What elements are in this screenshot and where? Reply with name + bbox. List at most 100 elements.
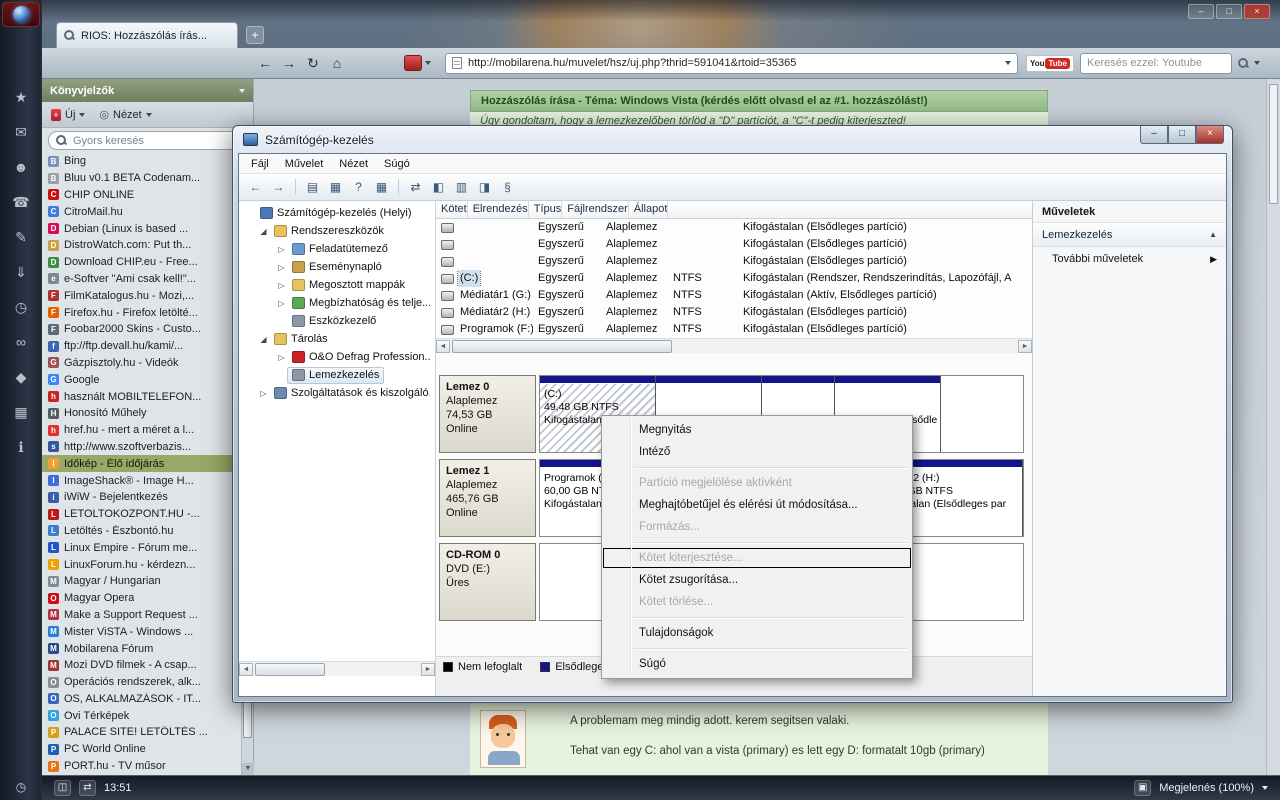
bookmark-item[interactable]: s http://www.szoftverbazis... (42, 439, 241, 456)
menu-bar-item[interactable]: Fájl (243, 154, 277, 174)
bookmark-item[interactable]: G Gázpisztoly.hu - Videók (42, 355, 241, 372)
tree-expand-arrow[interactable]: ▷ (276, 263, 287, 272)
bookmark-item[interactable]: M Mozi DVD filmek - A csap... (42, 657, 241, 674)
tree-item[interactable]: Eszközkezelő (239, 312, 435, 330)
back-button[interactable]: ← (254, 53, 276, 74)
tree-item[interactable]: ▷ Szolgáltatások és kiszolgáló... (239, 384, 435, 402)
search-engine-caret[interactable] (1254, 61, 1260, 65)
tree-item[interactable]: ▷ O&O Defrag Profession... (239, 348, 435, 366)
volume-row[interactable]: Egyszerű Alaplemez Kifogástalan (Elsődle… (436, 219, 1032, 236)
bookmark-item[interactable]: O Operációs rendszerek, alk... (42, 674, 241, 691)
bookmark-item[interactable]: F FilmKatalogus.hu - Mozi,... (42, 287, 241, 304)
bookmark-item[interactable]: O OS, ALKALMAZÁSOK - IT... (42, 691, 241, 708)
bookmark-item[interactable]: G Google (42, 371, 241, 388)
scroll-left-icon[interactable]: ◄ (239, 663, 253, 676)
bookmark-item[interactable]: P PORT.hu - TV műsor (42, 758, 241, 775)
panel-icon[interactable]: ⇓ (9, 261, 33, 284)
bookmark-item[interactable]: M Magyar / Hungarian (42, 573, 241, 590)
bookmark-item[interactable]: O Magyar Opera (42, 590, 241, 607)
scroll-down-icon[interactable]: ▼ (242, 763, 254, 775)
context-menu-item[interactable]: Formázás... (602, 516, 912, 538)
tree-expand-arrow[interactable]: ▷ (276, 299, 287, 308)
tree-horizontal-scrollbar[interactable]: ◄ ► (239, 661, 435, 676)
new-tab-button[interactable]: + (246, 26, 264, 44)
address-dropdown-caret[interactable] (1004, 61, 1011, 65)
tree-expand-arrow[interactable]: ▷ (276, 281, 287, 290)
disk-info-box[interactable]: Lemez 1 Alaplemez 465,76 GB Online (439, 459, 536, 537)
context-menu-item[interactable] (602, 463, 912, 472)
red-toolbar-icon[interactable] (404, 55, 422, 71)
more-actions-item[interactable]: További műveletek ▶ (1033, 247, 1226, 271)
bookmark-item[interactable]: i iWiW - Bejelentkezés (42, 489, 241, 506)
tree-expand-arrow[interactable]: ◢ (258, 227, 269, 236)
panels-toggle-icon[interactable]: ◫ (54, 780, 71, 796)
zoom-label[interactable]: Megjelenés (100%) (1159, 782, 1254, 794)
context-menu-item[interactable]: Megnyitás (602, 419, 912, 441)
tree-item[interactable]: ▷ Megbízhatóság és telje... (239, 294, 435, 312)
bookmark-item[interactable]: L Linux Empire - Fórum me... (42, 539, 241, 556)
reload-button[interactable]: ↻ (302, 53, 324, 74)
bookmark-item[interactable]: F Firefox.hu - Firefox letölté... (42, 304, 241, 321)
home-button[interactable]: ⌂ (326, 53, 348, 74)
column-header[interactable]: Elrendezés (468, 201, 529, 218)
bookmark-item[interactable]: B Bluu v0.1 BETA Codenam... (42, 170, 241, 187)
bookmark-item[interactable]: C CHIP ONLINE (42, 187, 241, 204)
bookmark-item[interactable]: M Mobilarena Fórum (42, 640, 241, 657)
images-toggle-icon[interactable]: ▣ (1134, 780, 1152, 796)
toolbar-icon[interactable]: ◧ (428, 177, 449, 197)
view-button[interactable]: ◎ Nézet (99, 109, 152, 121)
scroll-left-icon[interactable]: ◄ (436, 340, 450, 353)
toolbar-icon[interactable]: ▥ (451, 177, 472, 197)
tree-expand-arrow[interactable]: ◢ (258, 335, 269, 344)
toolbar-icon[interactable]: ? (348, 177, 369, 197)
bookmark-item[interactable]: M Make a Support Request ... (42, 607, 241, 624)
toolbar-icon[interactable]: ▦ (325, 177, 346, 197)
bookmark-item[interactable]: C CitroMail.hu (42, 203, 241, 220)
forward-button[interactable]: → (278, 53, 300, 74)
panel-icon[interactable]: ∞ (9, 331, 33, 354)
panel-icon[interactable]: ◷ (9, 296, 33, 319)
page-scrollbar[interactable] (1266, 79, 1280, 775)
toolbar-icon[interactable]: ← (245, 177, 266, 197)
context-menu-item[interactable]: Súgó (602, 653, 912, 675)
panel-icon[interactable]: ☎ (9, 191, 33, 214)
close-button[interactable]: × (1244, 4, 1270, 19)
bookmark-item[interactable]: f ftp://ftp.devall.hu/kami/... (42, 338, 241, 355)
bookmark-item[interactable]: h használt MOBILTELEFON... (42, 388, 241, 405)
panel-icon[interactable]: ℹ (9, 436, 33, 459)
column-header[interactable]: Fájlrendszer (562, 201, 629, 218)
tree-item[interactable]: Lemezkezelés (239, 366, 435, 384)
bookmark-item[interactable]: D Download CHIP.eu - Free... (42, 254, 241, 271)
close-button[interactable]: × (1196, 126, 1224, 144)
context-menu-item[interactable]: Kötet kiterjesztése... (602, 547, 912, 569)
context-menu-item[interactable]: Tulajdonságok (602, 622, 912, 644)
tree-item[interactable]: ▷ Megosztott mappák (239, 276, 435, 294)
scrollbar-thumb[interactable] (452, 340, 672, 353)
new-bookmark-button[interactable]: + Új (51, 108, 86, 121)
panel-icon[interactable]: ◆ (9, 366, 33, 389)
toolbar-icon[interactable]: ▤ (302, 177, 323, 197)
column-header[interactable]: Kötet (436, 201, 468, 218)
maximize-button[interactable]: □ (1168, 126, 1196, 144)
bookmark-item[interactable]: I Időkép - Élő időjárás (42, 455, 241, 473)
minimize-button[interactable]: – (1140, 126, 1168, 144)
menu-bar-item[interactable]: Nézet (331, 154, 376, 174)
volume-row[interactable]: Egyszerű Alaplemez Kifogástalan (Elsődle… (436, 236, 1032, 253)
tree-item[interactable]: ◢ Tárolás (239, 330, 435, 348)
context-menu-item[interactable]: Meghajtóbetűjel és elérési út módosítása… (602, 494, 912, 516)
window-titlebar[interactable]: Számítógép-kezelés (233, 126, 1232, 153)
bookmark-item[interactable]: I ImageShack® - Image H... (42, 472, 241, 489)
new-bookmark-caret[interactable] (79, 112, 86, 117)
menu-bar-item[interactable]: Művelet (277, 154, 332, 174)
bookmark-item[interactable]: h href.hu - mert a méret a l... (42, 422, 241, 439)
volume-row[interactable]: Médiatár1 (G:) Egyszerű Alaplemez NTFS K… (436, 287, 1032, 304)
context-menu-item[interactable]: Kötet zsugorítása... (602, 569, 912, 591)
context-menu-item[interactable] (602, 613, 912, 622)
panel-header-caret[interactable] (239, 88, 245, 93)
panel-icon[interactable]: ✉ (9, 121, 33, 144)
toolbar-icon[interactable]: ◨ (474, 177, 495, 197)
toolbar-icon[interactable]: § (497, 177, 518, 197)
toolbar-icon[interactable]: → (268, 177, 289, 197)
view-button-caret[interactable] (145, 112, 152, 117)
tree-expand-arrow[interactable]: ▷ (258, 389, 269, 398)
